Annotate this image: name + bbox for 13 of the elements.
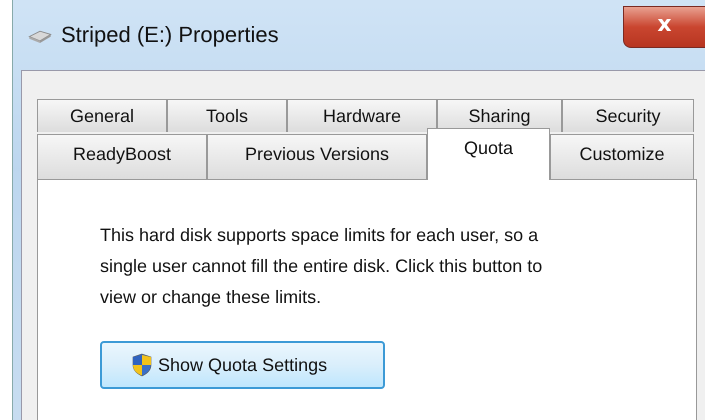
window-title: Striped (E:) Properties	[61, 22, 279, 48]
shield-icon	[132, 353, 152, 377]
tab[interactable]: General	[37, 99, 167, 132]
tab[interactable]: ReadyBoost	[37, 134, 207, 179]
tab[interactable]: Quota	[427, 128, 550, 180]
show-quota-settings-button[interactable]: Show Quota Settings	[100, 341, 385, 389]
tab[interactable]: Hardware	[287, 99, 437, 132]
tab[interactable]: Security	[562, 99, 694, 132]
tab[interactable]: Previous Versions	[207, 134, 427, 179]
tab[interactable]: Customize	[550, 134, 694, 179]
tab[interactable]: Tools	[167, 99, 287, 132]
description-text: This hard disk supports space limits for each user, so a single user cannot fill the entire disk. Click this button to view or change these limits.	[100, 224, 544, 309]
close-button[interactable]: x	[623, 6, 705, 48]
